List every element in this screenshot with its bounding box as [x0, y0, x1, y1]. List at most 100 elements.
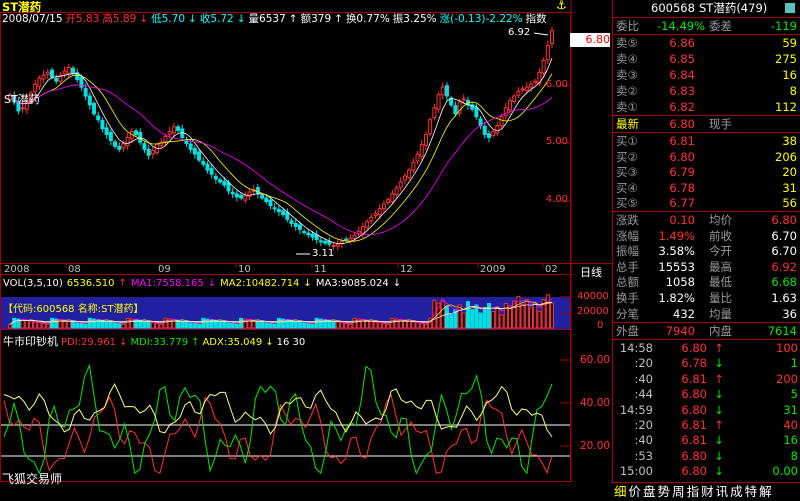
volume-bar: [306, 323, 311, 329]
ind-tick-40: 40.00: [580, 397, 611, 409]
ask-row[interactable]: 卖④ 6.85 275: [613, 51, 800, 67]
volume-bar: [62, 320, 67, 329]
candle-body: [373, 212, 378, 216]
tab-10[interactable]: 解: [759, 484, 772, 499]
volume-bar: [12, 317, 17, 329]
tab-3[interactable]: 势: [658, 484, 671, 499]
tab-4[interactable]: 周: [672, 484, 685, 499]
candle-body: [205, 163, 210, 171]
candle-body: [550, 30, 554, 44]
candle-body: [520, 88, 525, 91]
tab-5[interactable]: 指: [687, 484, 700, 499]
volume-bar: [344, 323, 349, 329]
volume-bar: [314, 317, 319, 329]
volume-bar: [75, 322, 80, 329]
ask-row[interactable]: 卖③ 6.84 16: [613, 67, 800, 83]
high-marker-line: [533, 32, 549, 36]
candle-body: [432, 107, 437, 119]
candle-body: [234, 193, 239, 198]
chart-stock-name: ST潜药: [4, 93, 40, 106]
candle-body: [96, 115, 101, 121]
candle-body: [138, 131, 143, 143]
ind-tick-60: 60.00: [580, 354, 611, 366]
header-arrow-4: ↑: [288, 13, 298, 25]
volume-bar: [524, 299, 529, 329]
volume-bar: [423, 323, 428, 329]
header-arrow-1: ↓: [139, 13, 149, 25]
expand-icon[interactable]: [785, 3, 795, 13]
candle-body: [272, 207, 277, 210]
software-name: 飞狐交易师: [2, 472, 63, 486]
stock-name: ST潜药(479): [699, 1, 768, 15]
trade-tick-row: :20 6.78 ↓ 1: [613, 356, 800, 371]
tab-1[interactable]: 价: [629, 484, 642, 499]
stat-label-2: 最高: [709, 259, 732, 274]
volume-bar: [381, 323, 386, 329]
tab-8[interactable]: 成: [730, 484, 743, 499]
indicator-pdi: PDI:29.961: [61, 337, 117, 348]
stat-value: 1.82%: [658, 291, 695, 305]
candle-body: [440, 86, 445, 96]
anchor-icon[interactable]: ⚓: [556, 0, 567, 12]
candle-body: [381, 203, 386, 210]
indicator-header: 牛市印钞机 PDI:29.961 ↓ MDI:33.779 ↑ ADX:35.049 ↓ 16…: [3, 333, 308, 349]
tab-6[interactable]: 财: [701, 484, 714, 499]
candle-body: [281, 210, 286, 216]
tab-0[interactable]: 细: [614, 484, 627, 499]
tick-arrow: ↓: [714, 464, 724, 479]
indicator-link[interactable]: 指数: [526, 13, 547, 25]
volume-bar: [272, 323, 277, 329]
bid-row[interactable]: 买② 6.80 206: [613, 149, 800, 165]
stock-code: 600568: [651, 1, 695, 15]
ask-row[interactable]: 卖⑤ 6.86 59: [613, 35, 800, 51]
volume-bar: [268, 323, 273, 329]
bid-label: 买②: [616, 149, 638, 164]
indicator-lines: [3, 363, 553, 475]
period-selector[interactable]: 日线: [580, 264, 602, 280]
stat-row: 振幅 3.58% 今开 6.70: [613, 243, 800, 259]
tick-time: 15:00: [619, 464, 653, 479]
candle-body: [104, 127, 109, 136]
volume-header: VOL(3,5,10) 6536.510 ↑ MA1:7558.165 ↓ MA2:104…: [3, 278, 405, 289]
volume-bar: [163, 317, 168, 329]
ma-line: [9, 57, 553, 245]
candle-body: [125, 137, 130, 147]
candle-body: [306, 232, 311, 236]
weibi-label: 委比: [616, 19, 639, 33]
tab-2[interactable]: 盘: [643, 484, 656, 499]
moving-average-lines: [9, 57, 553, 245]
volume-bar: [478, 312, 483, 329]
bid-row[interactable]: 买⑤ 6.77 56: [613, 195, 800, 211]
stat-label: 涨跌: [616, 213, 639, 227]
indicator-adx: ADX:35.049: [202, 337, 263, 348]
ask-row[interactable]: 卖② 6.83 8: [613, 83, 800, 99]
candle-body: [545, 45, 550, 61]
tab-9[interactable]: 特: [745, 484, 758, 499]
candle-body: [71, 67, 76, 74]
tab-7[interactable]: 讯: [716, 484, 729, 499]
vol-ma3: MA3:9085.024: [315, 278, 389, 289]
bid-row[interactable]: 买④ 6.78 31: [613, 180, 800, 196]
trade-tick-row: 14:58 6.80 ↑ 100: [613, 341, 800, 356]
candle-body: [293, 222, 298, 227]
volume-bar: [495, 306, 500, 329]
candle-body: [310, 233, 315, 238]
candle-body: [171, 126, 176, 134]
vol-label: VOL(3,5,10): [3, 278, 63, 289]
bid-row[interactable]: 买③ 6.79 20: [613, 164, 800, 180]
candle-body: [62, 70, 67, 75]
tick-arrow: ↑: [714, 371, 724, 386]
tick-price: 6.80: [681, 464, 707, 479]
candlestick-series: [8, 27, 554, 251]
volume-bar: [482, 307, 487, 329]
bid-row[interactable]: 买① 6.81 38: [613, 133, 800, 149]
stat-label-2: 今开: [709, 244, 732, 259]
volume-bar: [125, 317, 130, 329]
ask-row[interactable]: 卖① 6.82 112: [613, 99, 800, 115]
bid-volume: 38: [782, 134, 797, 148]
candle-body: [83, 88, 88, 97]
candle-body: [45, 71, 50, 76]
volume-bar: [465, 301, 470, 329]
tick-arrow: ↓: [714, 433, 724, 448]
candle-body: [218, 179, 223, 183]
